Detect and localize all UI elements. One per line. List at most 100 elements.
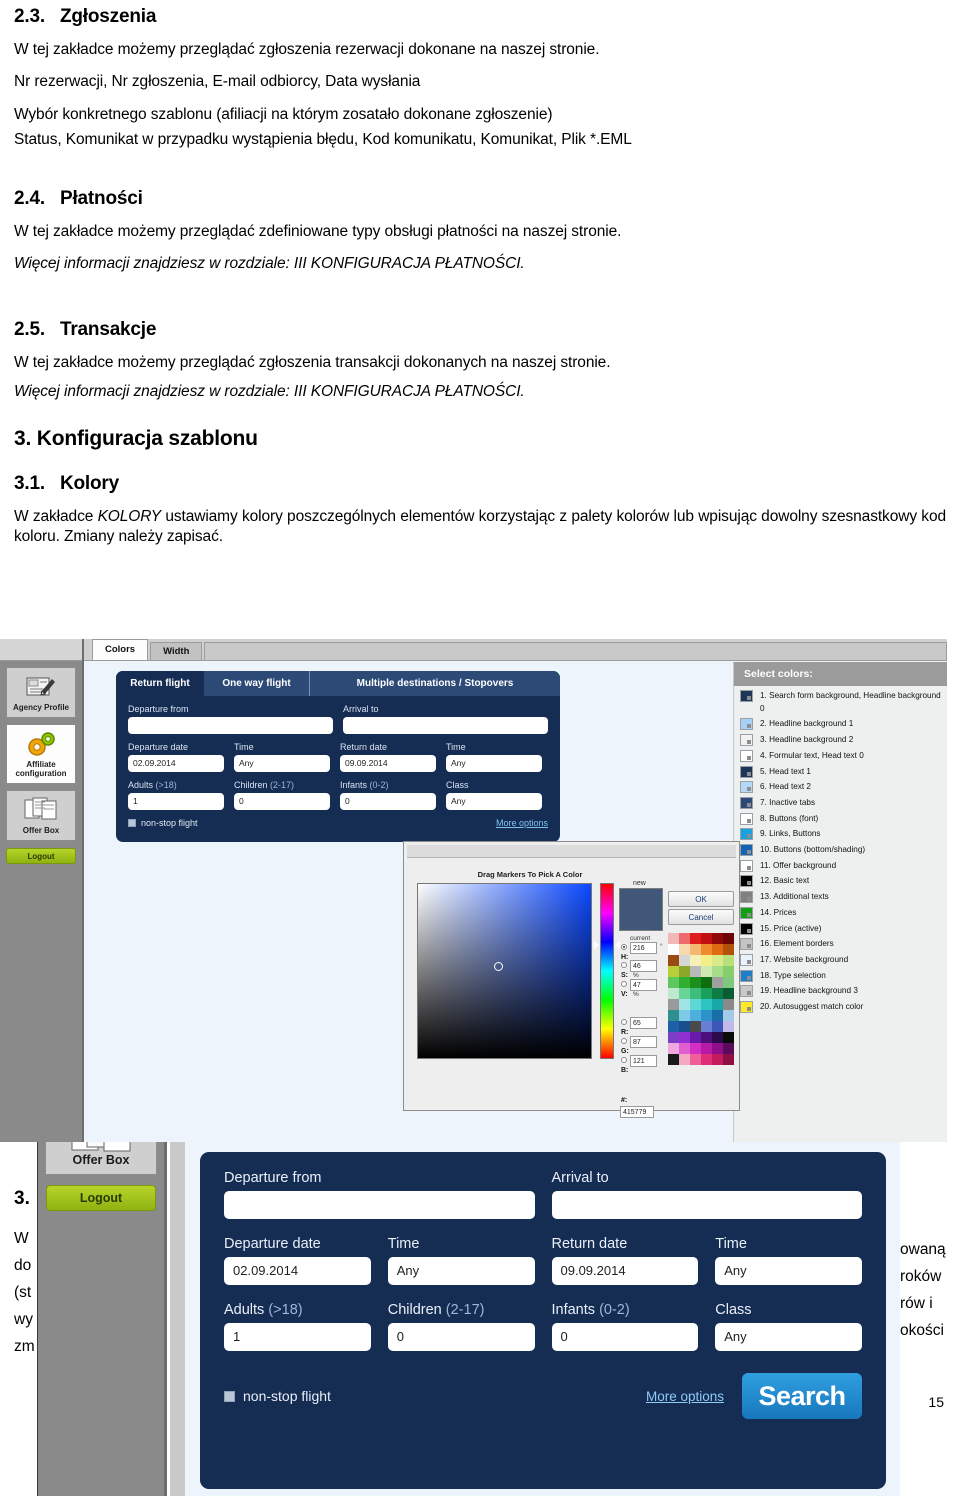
cancel-button[interactable]: Cancel bbox=[668, 909, 734, 925]
arrival-to-input-zoom[interactable] bbox=[551, 1191, 862, 1219]
adults-select-zoom[interactable]: 1 bbox=[224, 1323, 371, 1351]
palette-swatch[interactable] bbox=[723, 966, 734, 977]
radio-g[interactable] bbox=[621, 1038, 627, 1044]
palette-swatch[interactable] bbox=[690, 999, 701, 1010]
color-swatch-icon[interactable] bbox=[740, 796, 753, 809]
ok-button[interactable]: OK bbox=[668, 891, 734, 907]
color-item-2[interactable]: 2. Headline background 1 bbox=[740, 718, 941, 731]
color-item-9[interactable]: 9. Links, Buttons bbox=[740, 828, 941, 841]
departure-time-select[interactable]: Any bbox=[234, 755, 330, 772]
palette-swatch[interactable] bbox=[668, 1010, 679, 1021]
palette-swatch[interactable] bbox=[701, 999, 712, 1010]
palette-swatch[interactable] bbox=[723, 1054, 734, 1065]
palette-swatch[interactable] bbox=[712, 1043, 723, 1054]
children-select-zoom[interactable]: 0 bbox=[387, 1323, 535, 1351]
infants-select[interactable]: 0 bbox=[340, 793, 436, 810]
logout-button[interactable]: Logout bbox=[6, 847, 76, 864]
palette-swatch[interactable] bbox=[679, 999, 690, 1010]
palette-swatch[interactable] bbox=[723, 988, 734, 999]
color-swatch-icon[interactable] bbox=[740, 953, 753, 966]
palette-swatch[interactable] bbox=[668, 977, 679, 988]
hue-field[interactable]: 216 bbox=[630, 942, 657, 954]
value-field[interactable]: 47 bbox=[630, 979, 657, 991]
palette-swatch[interactable] bbox=[690, 988, 701, 999]
palette-swatch[interactable] bbox=[668, 988, 679, 999]
palette-swatch[interactable] bbox=[712, 1010, 723, 1021]
palette-swatch[interactable] bbox=[723, 1010, 734, 1021]
nonstop-checkbox-row[interactable]: non-stop flight bbox=[128, 818, 198, 828]
color-swatch-icon[interactable] bbox=[740, 891, 753, 904]
color-swatch-icon[interactable] bbox=[740, 875, 753, 888]
color-swatch-icon[interactable] bbox=[740, 938, 753, 951]
search-button[interactable]: Search bbox=[742, 1373, 862, 1419]
palette-swatch[interactable] bbox=[679, 955, 690, 966]
palette-swatch[interactable] bbox=[690, 1043, 701, 1054]
palette-swatch[interactable] bbox=[668, 966, 679, 977]
color-swatch-icon[interactable] bbox=[740, 922, 753, 935]
palette-swatch[interactable] bbox=[668, 1021, 679, 1032]
palette-swatch[interactable] bbox=[723, 1021, 734, 1032]
radio-b[interactable] bbox=[621, 1057, 627, 1063]
return-time-select-zoom[interactable]: Any bbox=[715, 1257, 862, 1285]
color-swatch-icon[interactable] bbox=[740, 718, 753, 731]
color-item-13[interactable]: 13. Additional texts bbox=[740, 891, 941, 904]
palette-swatch[interactable] bbox=[690, 933, 701, 944]
class-select-zoom[interactable]: Any bbox=[715, 1323, 862, 1351]
palette-swatch[interactable] bbox=[701, 944, 712, 955]
color-swatch-icon[interactable] bbox=[740, 765, 753, 778]
palette-swatch[interactable] bbox=[679, 1043, 690, 1054]
color-swatch-icon[interactable] bbox=[740, 1001, 753, 1014]
palette-swatch[interactable] bbox=[679, 1021, 690, 1032]
palette-swatch[interactable] bbox=[668, 933, 679, 944]
radio-h[interactable] bbox=[621, 944, 627, 950]
color-item-19[interactable]: 19. Headline background 3 bbox=[740, 985, 941, 998]
color-swatch-icon[interactable] bbox=[740, 844, 753, 857]
palette-swatch[interactable] bbox=[723, 1043, 734, 1054]
departure-date-input-zoom[interactable]: 02.09.2014 bbox=[224, 1257, 371, 1285]
palette-swatch[interactable] bbox=[679, 944, 690, 955]
blue-field[interactable]: 121 bbox=[630, 1055, 657, 1067]
palette-swatch[interactable] bbox=[701, 1010, 712, 1021]
more-options-link[interactable]: More options bbox=[496, 818, 548, 828]
flight-tab-one-way[interactable]: One way flight bbox=[204, 671, 310, 696]
palette-swatch[interactable] bbox=[712, 966, 723, 977]
hex-input[interactable]: 415779 bbox=[620, 1106, 654, 1118]
color-item-3[interactable]: 3. Headline background 2 bbox=[740, 734, 941, 747]
palette-swatch[interactable] bbox=[712, 1054, 723, 1065]
palette-swatch[interactable] bbox=[679, 1010, 690, 1021]
palette-swatch[interactable] bbox=[690, 1032, 701, 1043]
palette-swatch[interactable] bbox=[701, 966, 712, 977]
palette-swatch[interactable] bbox=[712, 977, 723, 988]
hue-slider[interactable] bbox=[600, 883, 614, 1059]
color-swatch-icon[interactable] bbox=[740, 812, 753, 825]
departure-date-input[interactable]: 02.09.2014 bbox=[128, 755, 224, 772]
return-time-select[interactable]: Any bbox=[446, 755, 542, 772]
color-item-1[interactable]: 1. Search form background, Headline back… bbox=[740, 690, 941, 715]
palette-swatch[interactable] bbox=[690, 1054, 701, 1065]
radio-r[interactable] bbox=[621, 1019, 627, 1025]
color-swatch-icon[interactable] bbox=[740, 828, 753, 841]
checkbox-icon[interactable] bbox=[224, 1390, 235, 1402]
color-swatch-icon[interactable] bbox=[740, 734, 753, 747]
color-item-20[interactable]: 20. Autosuggest match color bbox=[740, 1001, 941, 1014]
palette-swatch[interactable] bbox=[690, 1010, 701, 1021]
more-options-link-zoom[interactable]: More options bbox=[646, 1389, 724, 1404]
return-date-input-zoom[interactable]: 09.09.2014 bbox=[551, 1257, 699, 1285]
palette-swatch[interactable] bbox=[701, 1032, 712, 1043]
palette-swatch[interactable] bbox=[723, 955, 734, 966]
palette-swatch[interactable] bbox=[679, 1054, 690, 1065]
color-swatch-icon[interactable] bbox=[740, 749, 753, 762]
class-select[interactable]: Any bbox=[446, 793, 542, 810]
palette-swatch[interactable] bbox=[701, 1054, 712, 1065]
palette-swatch[interactable] bbox=[712, 1021, 723, 1032]
color-item-5[interactable]: 5. Head text 1 bbox=[740, 765, 941, 779]
color-item-8[interactable]: 8. Buttons (font) bbox=[740, 812, 941, 826]
palette-swatch[interactable] bbox=[723, 1032, 734, 1043]
palette-swatch[interactable] bbox=[668, 955, 679, 966]
palette-swatch[interactable] bbox=[679, 933, 690, 944]
palette-swatch[interactable] bbox=[701, 955, 712, 966]
tab-width[interactable]: Width bbox=[150, 642, 203, 660]
color-swatch-icon[interactable] bbox=[740, 906, 753, 919]
radio-s[interactable] bbox=[621, 962, 627, 968]
palette-swatch[interactable] bbox=[690, 955, 701, 966]
